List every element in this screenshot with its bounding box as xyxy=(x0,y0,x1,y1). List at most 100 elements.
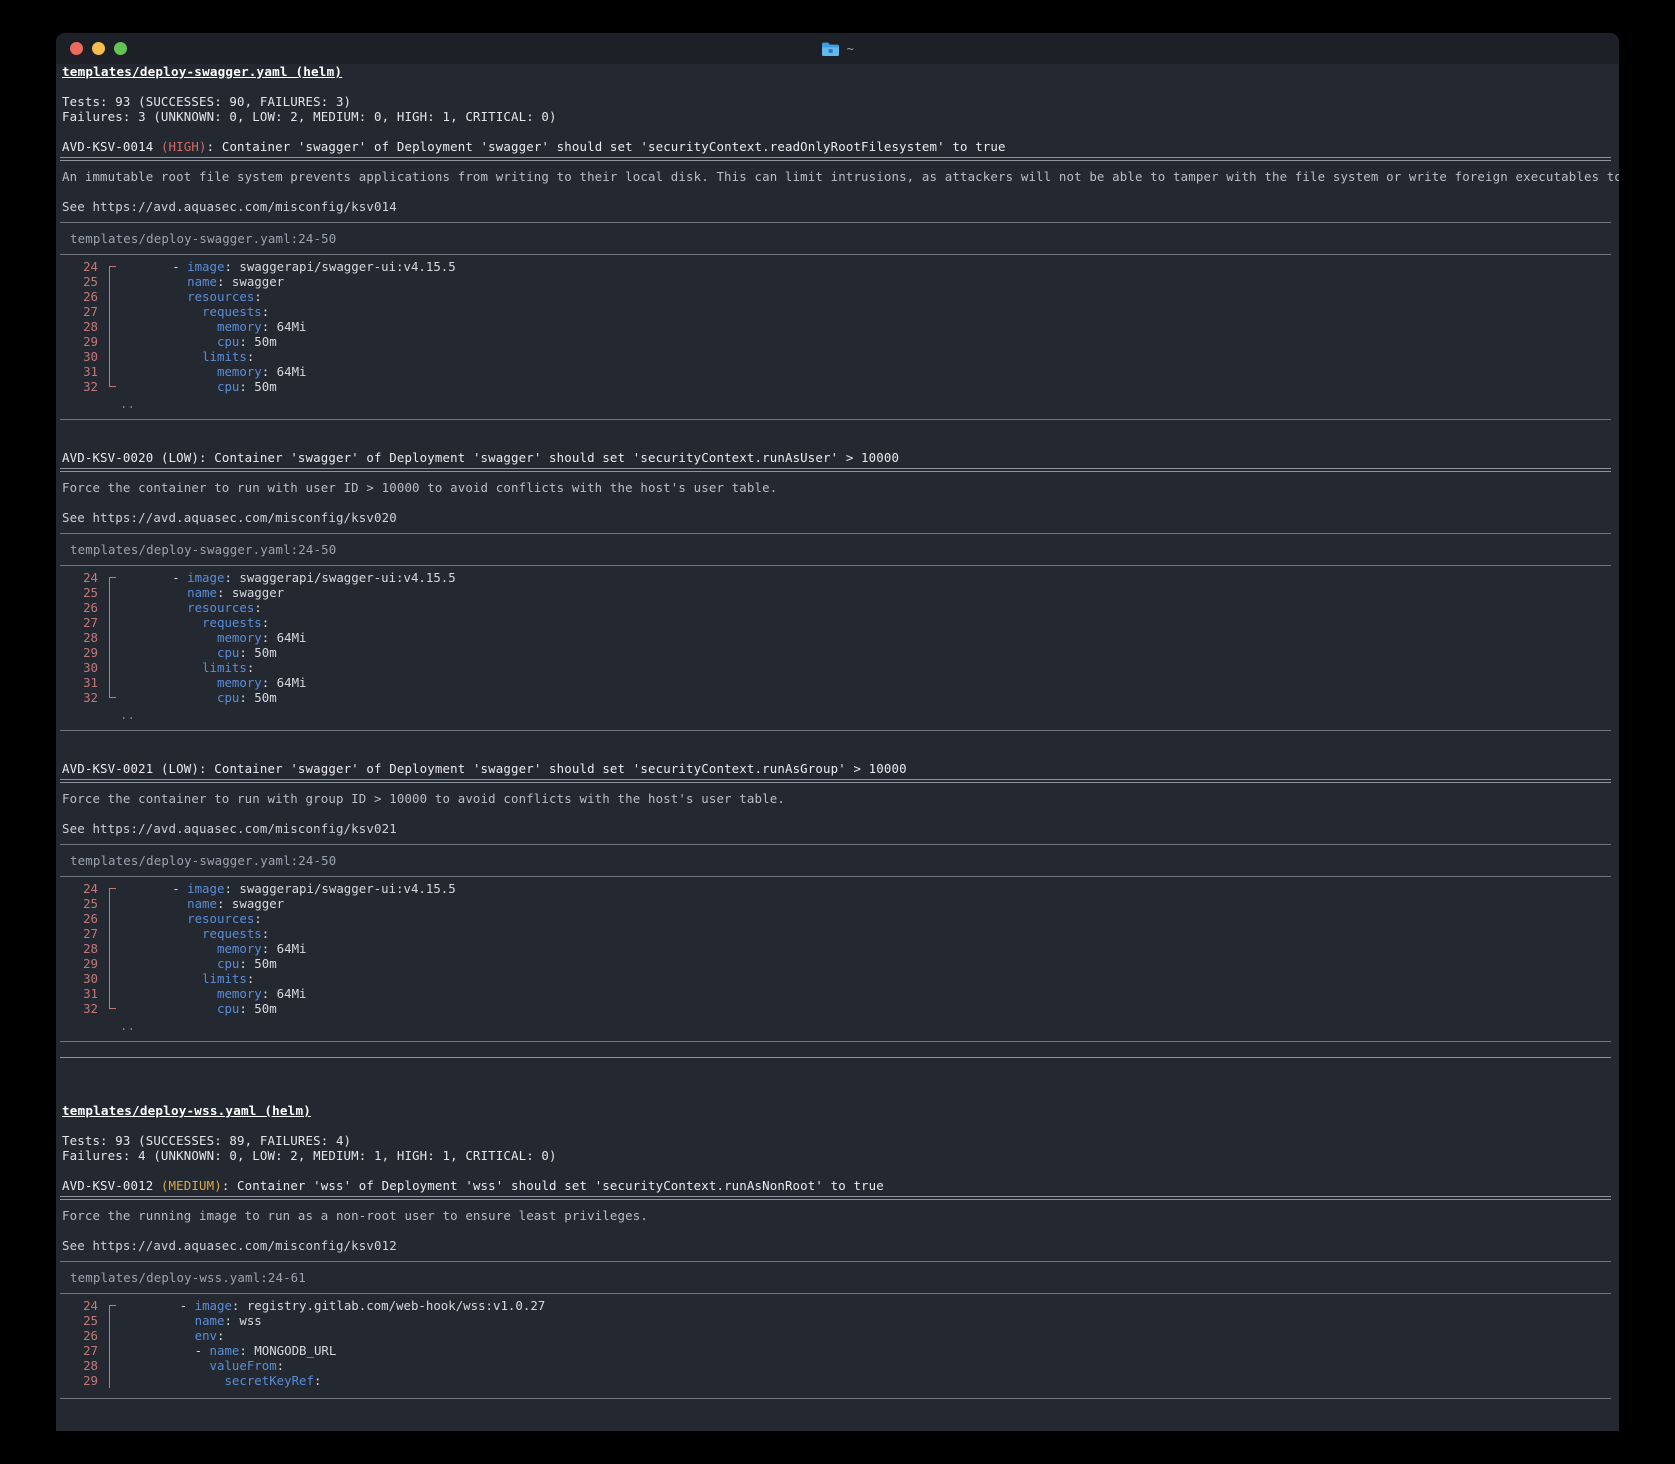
yaml-key: cpu xyxy=(216,1001,240,1016)
code-text: resources: xyxy=(187,600,262,615)
code-bracket xyxy=(106,585,120,600)
yaml-key: memory xyxy=(216,675,262,690)
code-text: name: wss xyxy=(194,1313,262,1328)
bracket-segment xyxy=(109,600,116,615)
code-line: 29 cpu: 50m xyxy=(60,334,1611,349)
yaml-key: memory xyxy=(216,630,262,645)
finding-id: AVD-KSV-0014 xyxy=(62,139,161,154)
code-text: - image: swaggerapi/swagger-ui:v4.15.5 xyxy=(120,570,456,585)
code-block: 24 - image: swaggerapi/swagger-ui:v4.15.… xyxy=(60,566,1611,707)
line-number: 26 xyxy=(83,600,98,615)
yaml-key: cpu xyxy=(216,379,240,394)
close-button[interactable] xyxy=(70,42,83,55)
code-line: 30 limits: xyxy=(60,660,1611,675)
code-text: cpu: 50m xyxy=(216,334,277,349)
code-text: env: xyxy=(194,1328,225,1343)
terminal-output[interactable]: templates/deploy-swagger.yaml (helm) Test… xyxy=(56,64,1619,1431)
code-bracket xyxy=(106,570,120,585)
minimize-button[interactable] xyxy=(92,42,105,55)
code-bracket xyxy=(106,660,120,675)
code-line: 32 cpu: 50m xyxy=(60,379,1611,394)
finding-link: See https://avd.aquasec.com/misconfig/ks… xyxy=(62,821,397,836)
code-line: 26 resources: xyxy=(60,600,1611,615)
line-number: 25 xyxy=(83,896,98,911)
bracket-segment xyxy=(109,1328,116,1343)
bracket-segment xyxy=(109,1313,116,1328)
line-number: 26 xyxy=(83,1328,98,1343)
line-number: 30 xyxy=(83,349,98,364)
code-line: 24 - image: swaggerapi/swagger-ui:v4.15.… xyxy=(60,570,1611,585)
code-text: - image: registry.gitlab.com/web-hook/ws… xyxy=(120,1298,546,1313)
finding-id: AVD-KSV-0021 xyxy=(62,761,161,776)
yaml-key: env xyxy=(194,1328,217,1343)
code-bracket xyxy=(106,289,120,304)
line-number: 27 xyxy=(83,615,98,630)
maximize-button[interactable] xyxy=(114,42,127,55)
bracket-segment xyxy=(109,349,116,364)
finding-description: Force the running image to run as a non-… xyxy=(62,1208,648,1223)
code-line: 30 limits: xyxy=(60,971,1611,986)
line-number: 24 xyxy=(83,1298,98,1313)
yaml-key: memory xyxy=(216,941,262,956)
yaml-key: image xyxy=(194,1298,232,1313)
code-text: cpu: 50m xyxy=(216,1001,277,1016)
code-block: 24 - image: registry.gitlab.com/web-hook… xyxy=(60,1294,1611,1390)
line-number: 26 xyxy=(83,911,98,926)
code-bracket xyxy=(106,645,120,660)
yaml-key: memory xyxy=(216,364,262,379)
line-number: 29 xyxy=(83,645,98,660)
window-titlebar[interactable]: ~ xyxy=(56,33,1619,64)
yaml-key: secretKeyRef xyxy=(224,1373,314,1388)
code-text: name: swagger xyxy=(187,585,285,600)
code-bracket xyxy=(106,1373,120,1388)
line-number: 24 xyxy=(83,259,98,274)
code-text: limits: xyxy=(202,971,255,986)
code-text: resources: xyxy=(187,911,262,926)
code-text: cpu: 50m xyxy=(216,379,277,394)
yaml-key: cpu xyxy=(216,334,240,349)
code-text: - image: swaggerapi/swagger-ui:v4.15.5 xyxy=(120,881,456,896)
code-line: 27 - name: MONGODB_URL xyxy=(60,1343,1611,1358)
code-bracket xyxy=(106,1358,120,1373)
desktop-background: ~ templates/deploy-swagger.yaml (helm) Te… xyxy=(0,0,1675,1464)
line-number: 31 xyxy=(83,986,98,1001)
finding-id: AVD-KSV-0020 xyxy=(62,450,161,465)
code-bracket xyxy=(106,896,120,911)
code-line: 26 env: xyxy=(60,1328,1611,1343)
severity-badge: (LOW) xyxy=(160,761,199,776)
code-bracket xyxy=(106,911,120,926)
code-bracket xyxy=(106,349,120,364)
yaml-key: requests xyxy=(202,615,262,630)
code-bracket xyxy=(106,956,120,971)
finding-link: See https://avd.aquasec.com/misconfig/ks… xyxy=(62,1238,397,1253)
window-title-group: ~ xyxy=(56,33,1619,64)
code-bracket xyxy=(106,1313,120,1328)
code-location: templates/deploy-swagger.yaml:24-50 xyxy=(70,853,337,868)
yaml-key: cpu xyxy=(216,690,240,705)
yaml-key: limits xyxy=(202,660,247,675)
code-text: - name: MONGODB_URL xyxy=(120,1343,337,1358)
code-bracket xyxy=(106,304,120,319)
code-block: 24 - image: swaggerapi/swagger-ui:v4.15.… xyxy=(60,255,1611,396)
code-line: 32 cpu: 50m xyxy=(60,690,1611,705)
scan-report: templates/deploy-swagger.yaml (helm) Test… xyxy=(60,64,1619,1399)
bracket-segment xyxy=(109,630,116,645)
terminal-window: ~ templates/deploy-swagger.yaml (helm) Te… xyxy=(56,33,1619,1431)
finding-message: : Container 'swagger' of Deployment 'swa… xyxy=(199,450,900,465)
code-line: 30 limits: xyxy=(60,349,1611,364)
code-bracket xyxy=(106,334,120,349)
code-line: 31 memory: 64Mi xyxy=(60,364,1611,379)
code-line: 27 requests: xyxy=(60,304,1611,319)
code-continuation: .. xyxy=(120,1018,135,1033)
yaml-key: requests xyxy=(202,926,262,941)
